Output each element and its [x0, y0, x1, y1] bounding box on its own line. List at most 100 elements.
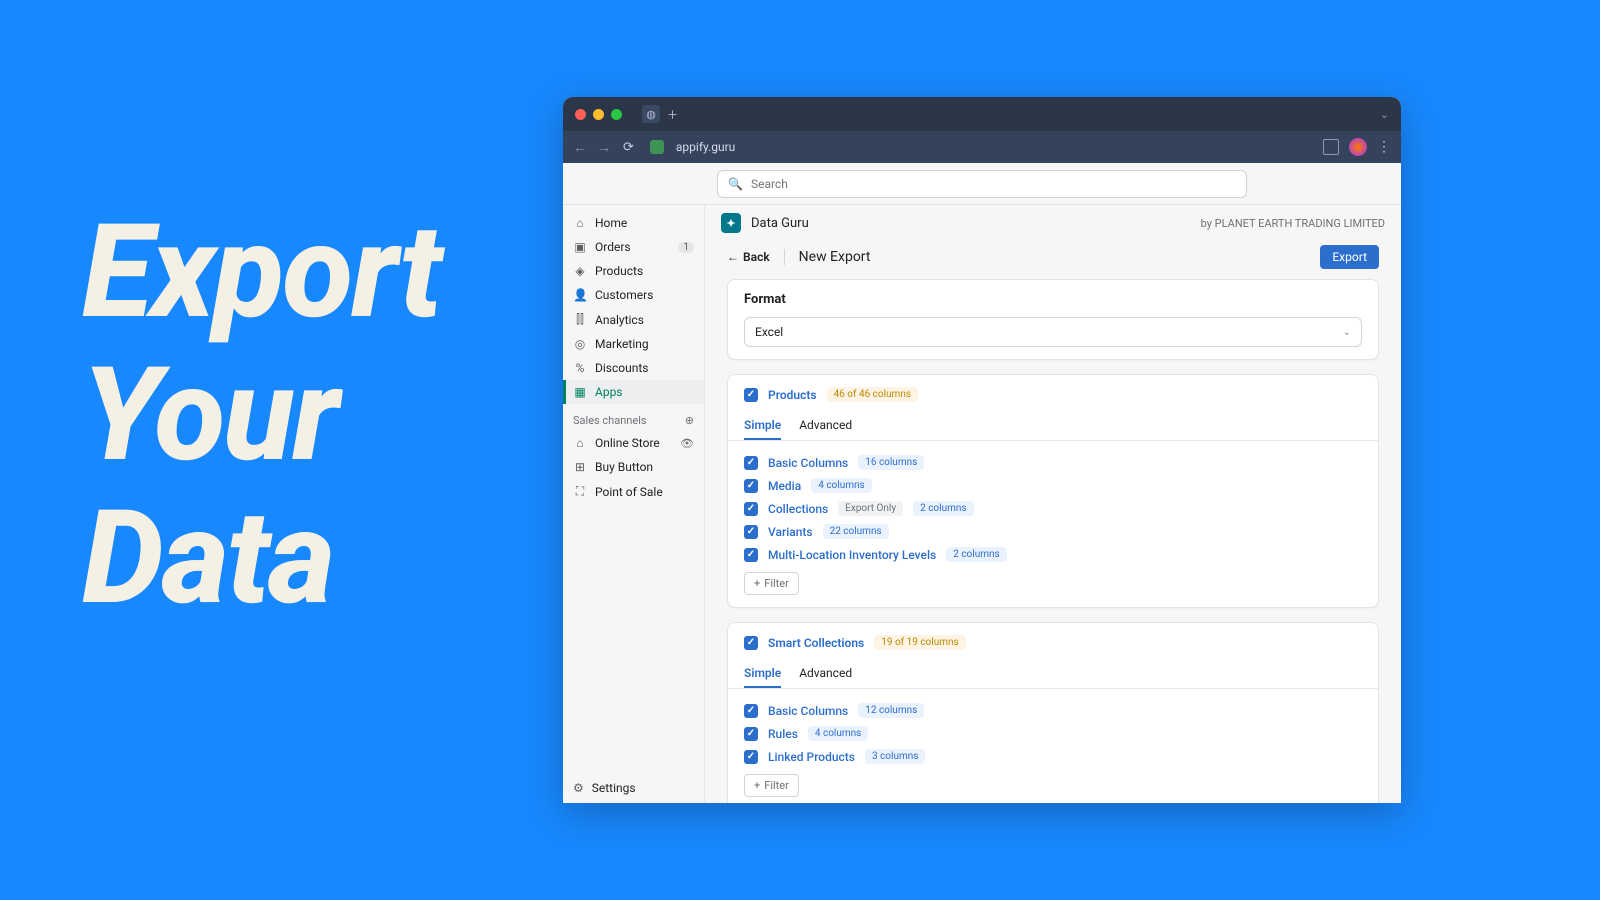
reload-button[interactable]: ⟳ [623, 140, 634, 155]
row-label[interactable]: Linked Products [768, 750, 855, 764]
search-input[interactable] [751, 177, 1236, 191]
customers-icon: 👤 [573, 288, 587, 302]
channel-label: Online Store [595, 436, 660, 450]
gear-icon: ⚙ [573, 781, 584, 795]
sidebar-item-label: Apps [595, 385, 623, 399]
hero-line: Data [82, 486, 441, 629]
orders-icon: ▣ [573, 240, 587, 254]
row-label[interactable]: Multi-Location Inventory Levels [768, 548, 936, 562]
export-row: Variants 22 columns [744, 520, 1362, 543]
column-count-pill: 4 columns [808, 726, 868, 741]
add-channel-button[interactable]: ⊕ [685, 414, 694, 427]
channel-label: Buy Button [595, 460, 653, 474]
column-count-pill: 4 columns [811, 478, 871, 493]
tab-simple[interactable]: Simple [744, 412, 781, 440]
tab-advanced[interactable]: Advanced [799, 660, 852, 688]
sidebar-settings[interactable]: ⚙ Settings [563, 772, 704, 803]
window-titlebar: ◍ + ⌄ [563, 97, 1401, 131]
sidebar-item-label: Customers [595, 288, 653, 302]
row-label[interactable]: Rules [768, 727, 798, 741]
sidebar-item-label: Orders [595, 240, 631, 254]
checkbox[interactable] [744, 727, 758, 741]
close-window-button[interactable] [575, 109, 586, 120]
vendor-label: by PLANET EARTH TRADING LIMITED [1201, 217, 1385, 230]
row-label[interactable]: Basic Columns [768, 456, 848, 470]
column-count-pill: 22 columns [823, 524, 889, 539]
checkbox[interactable] [744, 388, 758, 402]
checkbox[interactable] [744, 704, 758, 718]
profile-avatar[interactable] [1349, 138, 1367, 156]
minimize-window-button[interactable] [593, 109, 604, 120]
export-block: Smart Collections 19 of 19 columns Simpl… [727, 622, 1379, 803]
plus-icon: + [754, 779, 760, 792]
sidebar-item-analytics[interactable]: ⫿⫿ Analytics [563, 307, 704, 332]
channel-buy-button[interactable]: ⊞ Buy Button [563, 455, 704, 479]
block-name[interactable]: Products [768, 388, 817, 402]
checkbox[interactable] [744, 548, 758, 562]
eye-icon[interactable]: 👁 [680, 437, 694, 450]
format-selected-value: Excel [755, 325, 783, 339]
add-filter-button[interactable]: + Filter [744, 572, 799, 595]
checkbox[interactable] [744, 479, 758, 493]
export-row: Rules 4 columns [744, 722, 1362, 745]
search-input-wrapper[interactable]: 🔍 [717, 170, 1247, 198]
sidebar-item-label: Home [595, 216, 627, 230]
tab-advanced[interactable]: Advanced [799, 412, 852, 440]
maximize-window-button[interactable] [611, 109, 622, 120]
channel-point-of-sale[interactable]: ⛶ Point of Sale [563, 479, 704, 504]
sidebar-item-discounts[interactable]: % Discounts [563, 356, 704, 380]
add-filter-button[interactable]: + Filter [744, 774, 799, 797]
back-button[interactable]: ← [573, 139, 587, 156]
export-block: Products 46 of 46 columns Simple Advance… [727, 374, 1379, 608]
chevron-down-icon[interactable]: ⌄ [1380, 108, 1389, 121]
checkbox[interactable] [744, 525, 758, 539]
kebab-menu-button[interactable]: ⋮ [1377, 139, 1391, 155]
row-label[interactable]: Variants [768, 525, 813, 539]
divider [784, 249, 785, 265]
home-icon: ⌂ [573, 216, 587, 230]
checkbox[interactable] [744, 456, 758, 470]
row-label[interactable]: Media [768, 479, 801, 493]
block-name[interactable]: Smart Collections [768, 636, 864, 650]
browser-tab[interactable]: ◍ [642, 105, 660, 123]
sidebar-item-apps[interactable]: ▦ Apps [563, 380, 704, 404]
browser-toolbar: ← → ⟳ appify.guru ⋮ [563, 131, 1401, 163]
channel-online-store[interactable]: ⌂ Online Store 👁 [563, 431, 704, 455]
discounts-icon: % [573, 361, 587, 375]
export-row: Media 4 columns [744, 474, 1362, 497]
search-icon: 🔍 [728, 177, 743, 191]
sidebar-item-marketing[interactable]: ◎ Marketing [563, 332, 704, 356]
sidebar-item-home[interactable]: ⌂ Home [563, 211, 704, 235]
checkbox[interactable] [744, 750, 758, 764]
forward-button[interactable]: → [597, 139, 611, 156]
page-title: New Export [799, 249, 871, 265]
format-select[interactable]: Excel ⌄ [744, 317, 1362, 347]
sidebar-item-label: Marketing [595, 337, 649, 351]
row-label[interactable]: Collections [768, 502, 828, 516]
content-scroll[interactable]: Format Excel ⌄ Products 46 of 46 columns… [705, 279, 1401, 803]
arrow-left-icon: ← [727, 250, 739, 264]
store-icon: ⌂ [573, 436, 587, 450]
row-label[interactable]: Basic Columns [768, 704, 848, 718]
export-button[interactable]: Export [1320, 245, 1379, 269]
sidebar-item-customers[interactable]: 👤 Customers [563, 283, 704, 307]
checkbox[interactable] [744, 636, 758, 650]
column-count-pill: Export Only [838, 501, 903, 516]
format-heading: Format [744, 292, 1362, 307]
hero-line: Export [82, 200, 441, 343]
block-count-pill: 46 of 46 columns [827, 387, 918, 402]
url-text[interactable]: appify.guru [676, 140, 735, 154]
chevron-down-icon: ⌄ [1343, 327, 1351, 338]
extension-icon[interactable] [1323, 139, 1339, 155]
sidebar-item-orders[interactable]: ▣ Orders 1 [563, 235, 704, 259]
new-tab-button[interactable]: + [668, 105, 677, 124]
marketing-icon: ◎ [573, 337, 587, 351]
hero-headline: Export Your Data [82, 200, 441, 629]
export-row: Basic Columns 16 columns [744, 451, 1362, 474]
sidebar-item-products[interactable]: ◈ Products [563, 259, 704, 283]
checkbox[interactable] [744, 502, 758, 516]
back-link[interactable]: ← Back [727, 250, 770, 264]
tab-simple[interactable]: Simple [744, 660, 781, 688]
channel-label: Point of Sale [595, 485, 663, 499]
sidebar-section-label: Sales channels [573, 414, 647, 427]
